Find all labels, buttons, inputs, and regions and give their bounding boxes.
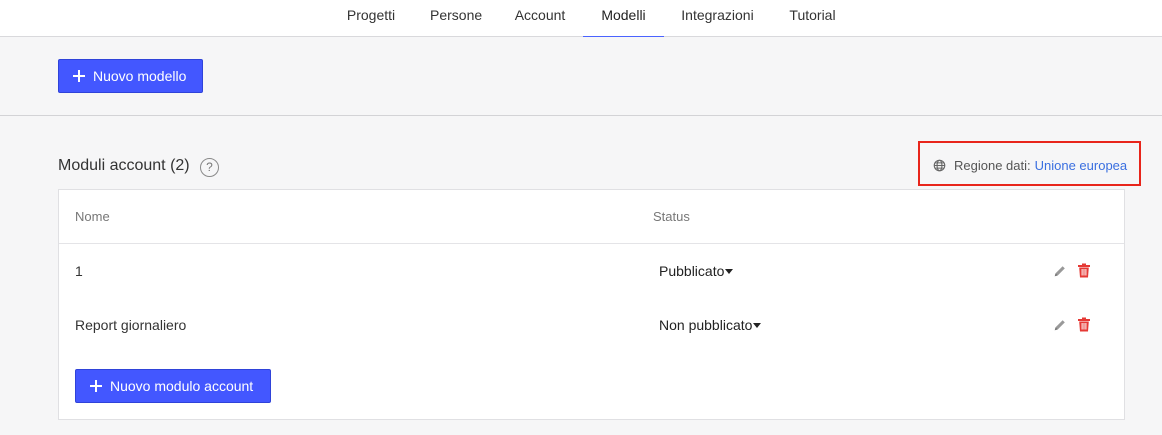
new-template-button[interactable]: Nuovo modello	[58, 59, 203, 93]
row-name-cell: 1	[75, 263, 83, 279]
tab-modelli[interactable]: Modelli	[583, 0, 664, 38]
caret-down-icon	[753, 322, 762, 328]
account-forms-table: Nome Status 1 Pubblicato Report giornali…	[58, 189, 1125, 420]
region-label: Regione dati:	[954, 158, 1031, 173]
globe-icon	[933, 159, 946, 172]
tab-tutorial[interactable]: Tutorial	[788, 0, 837, 37]
column-header-status: Status	[653, 209, 690, 224]
status-dropdown[interactable]: Pubblicato	[659, 263, 734, 279]
region-value-link[interactable]: Unione europea	[1035, 158, 1128, 173]
section-title: Moduli account (2)	[58, 157, 190, 174]
new-account-form-button[interactable]: Nuovo modulo account	[75, 369, 271, 403]
pencil-icon[interactable]	[1053, 264, 1067, 278]
plus-icon	[90, 380, 102, 392]
tab-progetti[interactable]: Progetti	[345, 0, 397, 37]
plus-icon	[73, 70, 85, 82]
column-header-name: Nome	[75, 209, 110, 224]
tab-integrazioni[interactable]: Integrazioni	[680, 0, 755, 37]
trash-icon[interactable]	[1077, 263, 1091, 278]
status-value: Pubblicato	[659, 263, 725, 279]
tab-account[interactable]: Account	[514, 0, 566, 37]
tab-persone[interactable]: Persone	[430, 0, 482, 37]
trash-icon[interactable]	[1077, 317, 1091, 332]
data-region: Regione dati: Unione europea	[933, 158, 1127, 173]
caret-down-icon	[725, 268, 734, 274]
header-divider	[59, 243, 1124, 244]
status-dropdown[interactable]: Non pubblicato	[659, 317, 762, 333]
new-account-form-label: Nuovo modulo account	[110, 378, 254, 394]
new-template-label: Nuovo modello	[93, 68, 187, 84]
pencil-icon[interactable]	[1053, 318, 1067, 332]
row-name-cell: Report giornaliero	[75, 317, 187, 333]
action-band: Nuovo modello	[0, 37, 1162, 116]
status-value: Non pubblicato	[659, 317, 753, 333]
question-icon[interactable]: ?	[200, 158, 219, 177]
top-navigation: Progetti Persone Account Modelli Integra…	[0, 0, 1162, 38]
